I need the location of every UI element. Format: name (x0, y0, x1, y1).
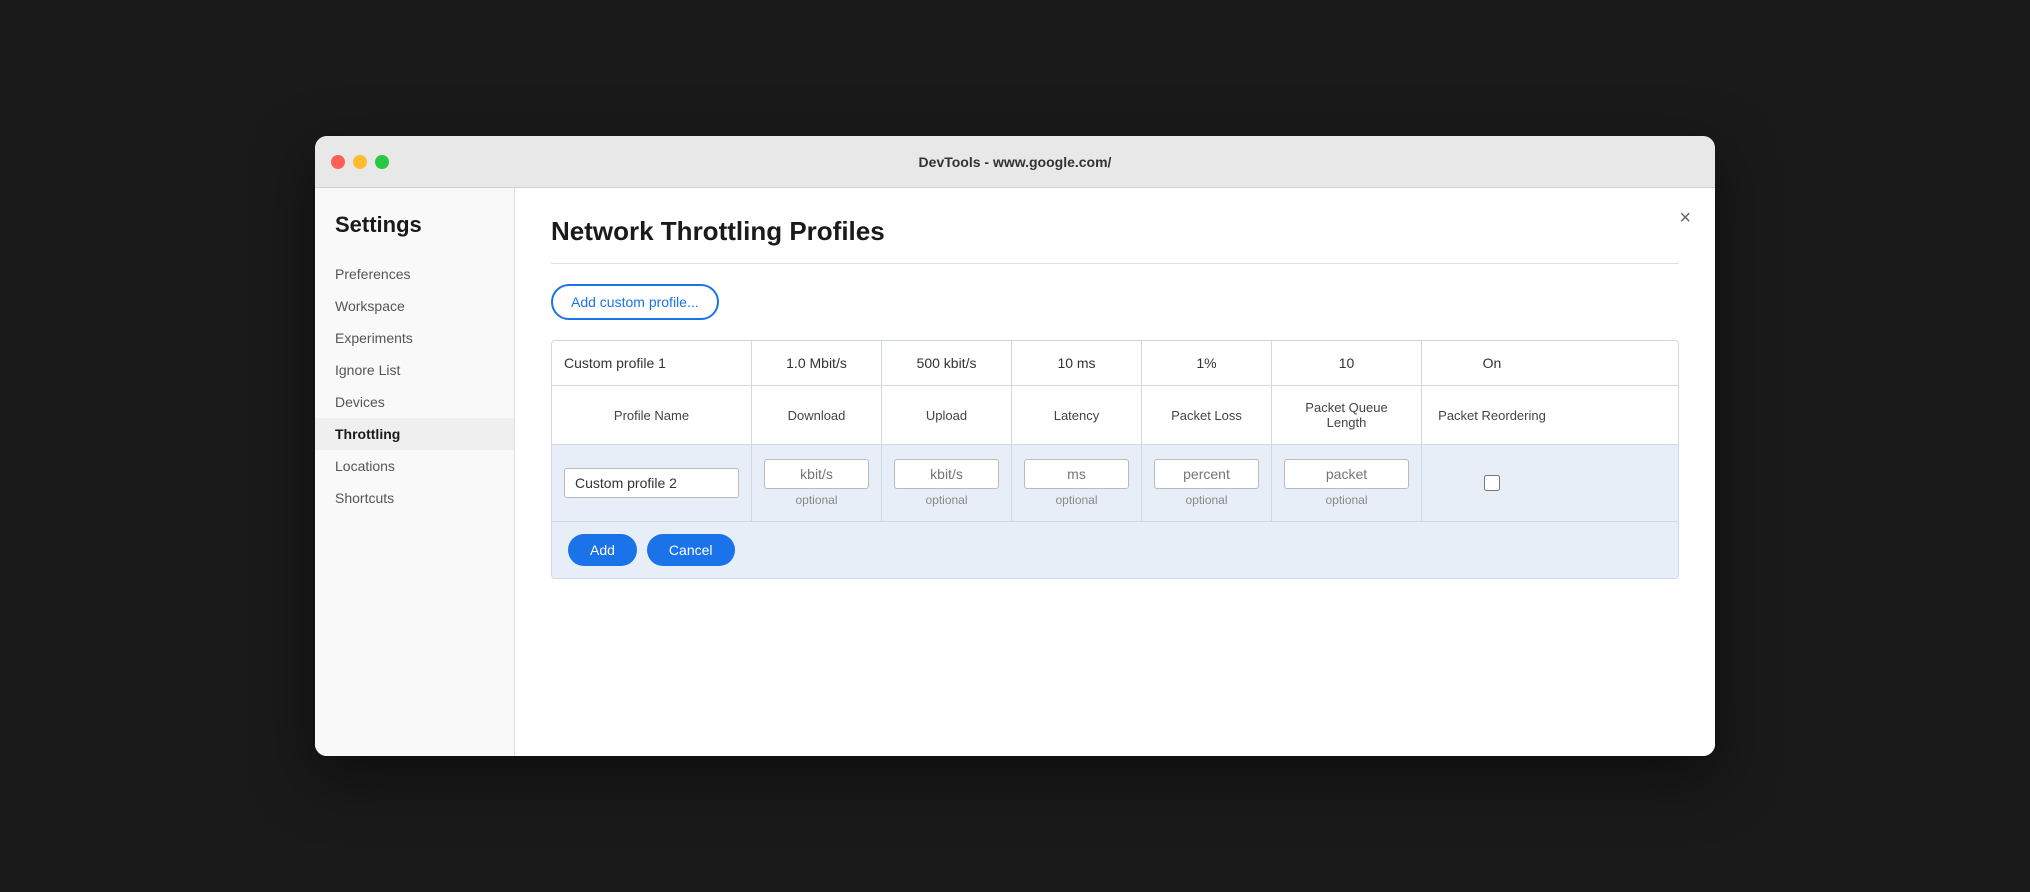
existing-profile-packet-reordering: On (1422, 341, 1562, 385)
add-button[interactable]: Add (568, 534, 637, 566)
existing-profile-name: Custom profile 1 (552, 341, 752, 385)
existing-profile-latency: 10 ms (1012, 341, 1142, 385)
page-title: Network Throttling Profiles (551, 216, 1679, 247)
table-header-row: Profile Name Download Upload Latency Pac… (552, 386, 1678, 445)
titlebar-title: DevTools - www.google.com/ (919, 154, 1112, 170)
sidebar-heading: Settings (315, 212, 514, 258)
maximize-window-button[interactable] (375, 155, 389, 169)
new-profile-reordering-cell (1422, 445, 1562, 521)
sidebar-item-experiments[interactable]: Experiments (315, 322, 514, 354)
close-window-button[interactable] (331, 155, 345, 169)
new-profile-name-cell (552, 445, 752, 521)
profile-packet-loss-input[interactable] (1154, 459, 1259, 489)
devtools-window: DevTools - www.google.com/ Settings Pref… (315, 136, 1715, 756)
profile-upload-input[interactable] (894, 459, 999, 489)
cancel-button[interactable]: Cancel (647, 534, 735, 566)
packet-queue-optional-label: optional (1325, 493, 1367, 507)
new-profile-packet-loss-cell: optional (1142, 445, 1272, 521)
close-button[interactable]: × (1679, 208, 1691, 228)
sidebar-item-devices[interactable]: Devices (315, 386, 514, 418)
table-row-existing: Custom profile 1 1.0 Mbit/s 500 kbit/s 1… (552, 341, 1678, 386)
profile-download-input[interactable] (764, 459, 869, 489)
main-content: Settings Preferences Workspace Experimen… (315, 188, 1715, 756)
profile-latency-input[interactable] (1024, 459, 1129, 489)
profiles-table: Custom profile 1 1.0 Mbit/s 500 kbit/s 1… (551, 340, 1679, 579)
sidebar-item-throttling[interactable]: Throttling (315, 418, 514, 450)
new-profile-download-cell: optional (752, 445, 882, 521)
packet-reordering-checkbox[interactable] (1484, 475, 1500, 491)
existing-profile-packet-queue: 10 (1272, 341, 1422, 385)
upload-optional-label: optional (925, 493, 967, 507)
sidebar-item-ignore-list[interactable]: Ignore List (315, 354, 514, 386)
header-packet-queue: Packet Queue Length (1272, 386, 1422, 444)
download-optional-label: optional (795, 493, 837, 507)
header-upload: Upload (882, 386, 1012, 444)
sidebar-item-workspace[interactable]: Workspace (315, 290, 514, 322)
titlebar: DevTools - www.google.com/ (315, 136, 1715, 188)
existing-profile-upload: 500 kbit/s (882, 341, 1012, 385)
header-latency: Latency (1012, 386, 1142, 444)
minimize-window-button[interactable] (353, 155, 367, 169)
header-packet-loss: Packet Loss (1142, 386, 1272, 444)
sidebar-item-shortcuts[interactable]: Shortcuts (315, 482, 514, 514)
divider (551, 263, 1679, 264)
actions-row: Add Cancel (552, 522, 1678, 578)
new-profile-packet-queue-cell: optional (1272, 445, 1422, 521)
latency-optional-label: optional (1055, 493, 1097, 507)
header-name: Profile Name (552, 386, 752, 444)
add-custom-profile-button[interactable]: Add custom profile... (551, 284, 719, 320)
window-controls (331, 155, 389, 169)
new-profile-upload-cell: optional (882, 445, 1012, 521)
content-area: × Network Throttling Profiles Add custom… (515, 188, 1715, 756)
sidebar-item-preferences[interactable]: Preferences (315, 258, 514, 290)
header-packet-reordering: Packet Reordering (1422, 386, 1562, 444)
profile-name-input[interactable] (564, 468, 739, 498)
existing-profile-download: 1.0 Mbit/s (752, 341, 882, 385)
header-download: Download (752, 386, 882, 444)
existing-profile-packet-loss: 1% (1142, 341, 1272, 385)
sidebar-item-locations[interactable]: Locations (315, 450, 514, 482)
profile-packet-queue-input[interactable] (1284, 459, 1409, 489)
packet-loss-optional-label: optional (1185, 493, 1227, 507)
table-row-new-profile: optional optional optional optional (552, 445, 1678, 522)
new-profile-latency-cell: optional (1012, 445, 1142, 521)
sidebar: Settings Preferences Workspace Experimen… (315, 188, 515, 756)
